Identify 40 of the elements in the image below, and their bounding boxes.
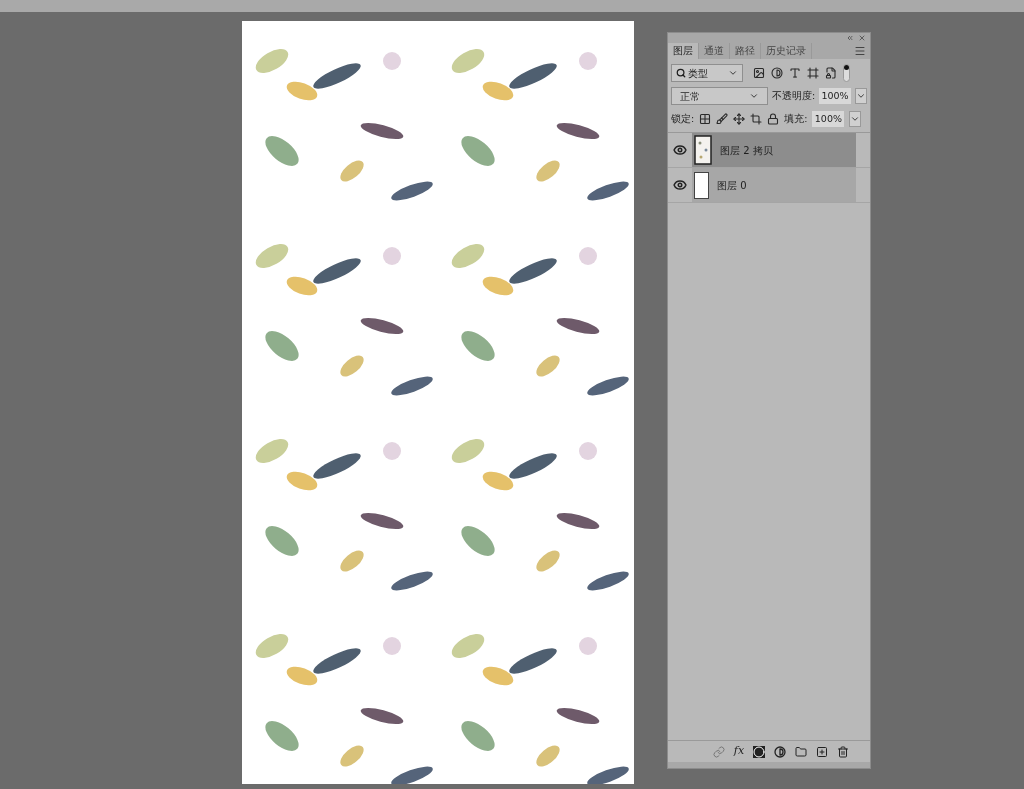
- fill-label: 填充:: [784, 111, 808, 126]
- image-icon[interactable]: [753, 67, 765, 79]
- chevron-down-icon: [728, 68, 738, 78]
- search-icon: [676, 68, 686, 78]
- trash-icon[interactable]: [837, 745, 850, 758]
- eye-icon[interactable]: [673, 178, 687, 192]
- collapse-icon[interactable]: [846, 33, 854, 42]
- chevron-down-icon: [748, 91, 759, 101]
- opacity-field[interactable]: 100%: [819, 88, 852, 104]
- adjustment-icon[interactable]: [774, 745, 787, 758]
- crop-icon[interactable]: [750, 113, 763, 125]
- folder-icon[interactable]: [795, 745, 808, 758]
- opacity-label: 不透明度:: [771, 88, 816, 103]
- half-circle-icon[interactable]: [771, 67, 783, 79]
- checker-icon[interactable]: [699, 113, 712, 125]
- new-layer-icon[interactable]: [816, 745, 829, 758]
- move-icon[interactable]: [733, 113, 746, 125]
- layer-thumbnail: [694, 135, 712, 165]
- panel-tab[interactable]: 图层: [668, 43, 699, 59]
- document-lock-icon[interactable]: [825, 67, 837, 79]
- menu-icon[interactable]: [854, 45, 866, 57]
- layer-thumbnail: [694, 171, 709, 199]
- fill-field[interactable]: 100%: [812, 111, 845, 127]
- layer-row[interactable]: 图层 2 拷贝: [692, 133, 856, 167]
- type-icon[interactable]: [789, 67, 801, 79]
- brush-icon[interactable]: [716, 113, 729, 125]
- layer-row[interactable]: 图层 0: [692, 168, 856, 202]
- fx-button[interactable]: fx: [733, 743, 745, 760]
- filter-toggle[interactable]: [843, 64, 850, 82]
- mask-icon[interactable]: [753, 745, 766, 758]
- blend-mode-dropdown[interactable]: 正常: [671, 87, 768, 105]
- lock-icon[interactable]: [767, 113, 780, 125]
- eye-icon[interactable]: [673, 143, 687, 157]
- lock-label: 锁定:: [671, 111, 695, 126]
- layer-name: 图层 2 拷贝: [720, 143, 773, 158]
- close-icon[interactable]: [858, 33, 866, 42]
- filter-dropdown[interactable]: 类型: [671, 64, 743, 82]
- layer-name: 图层 0: [717, 178, 747, 193]
- dropdown-icon[interactable]: [855, 88, 867, 104]
- frame-icon[interactable]: [807, 67, 819, 79]
